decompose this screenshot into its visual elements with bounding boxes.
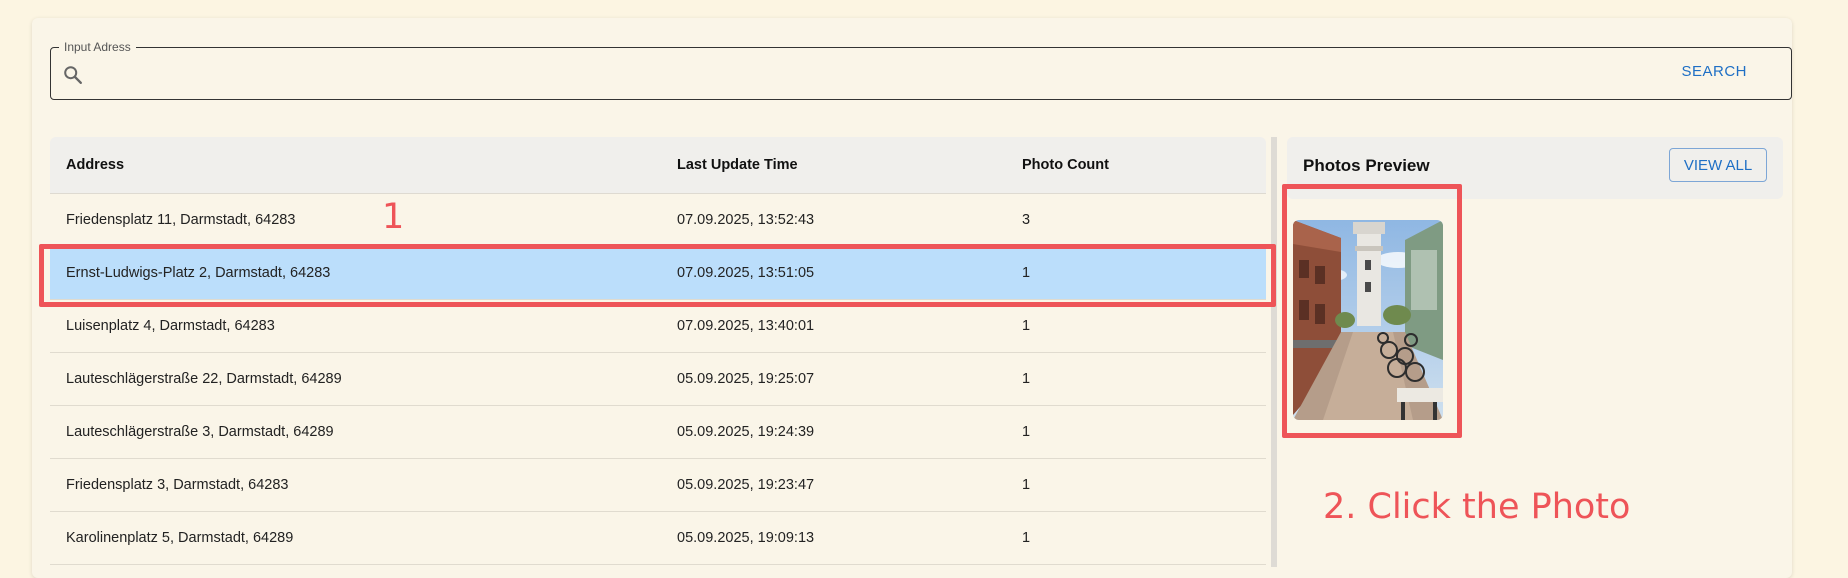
table-row[interactable]: Friedensplatz 3, Darmstadt, 64283 05.09.2…: [50, 459, 1266, 512]
cell-photo-count: 1: [1022, 530, 1031, 546]
cell-last-update: 05.09.2025, 19:23:47: [677, 477, 815, 493]
annotation-photo-highlight: [1282, 184, 1462, 438]
cell-address: Lauteschlägerstraße 3, Darmstadt, 64289: [66, 424, 334, 440]
cell-photo-count: 1: [1022, 371, 1031, 387]
table-row[interactable]: Lauteschlägerstraße 3, Darmstadt, 64289 0…: [50, 406, 1266, 459]
table-row[interactable]: Lauteschlägerstraße 22, Darmstadt, 64289…: [50, 353, 1266, 406]
table-row[interactable]: Friedensplatz 11, Darmstadt, 64283 07.09.…: [50, 194, 1266, 247]
cell-address: Friedensplatz 11, Darmstadt, 64283: [66, 212, 296, 228]
cell-last-update: 05.09.2025, 19:25:07: [677, 371, 815, 387]
cell-address: Luisenplatz 4, Darmstadt, 64283: [66, 318, 275, 334]
annotation-row-highlight: [39, 244, 1276, 307]
search-field-label: Input Adress: [59, 40, 136, 54]
photos-preview-title: Photos Preview: [1303, 156, 1430, 175]
cell-address: Friedensplatz 3, Darmstadt, 64283: [66, 477, 289, 493]
column-header-address[interactable]: Address: [50, 157, 677, 173]
cell-last-update: 07.09.2025, 13:40:01: [677, 318, 815, 334]
address-search-field[interactable]: Input Adress SEARCH: [50, 40, 1792, 100]
search-button[interactable]: SEARCH: [1681, 63, 1747, 80]
cell-last-update: 05.09.2025, 19:24:39: [677, 424, 815, 440]
table-row[interactable]: Karolinenplatz 5, Darmstadt, 64289 05.09.…: [50, 512, 1266, 565]
cell-photo-count: 3: [1022, 212, 1031, 228]
annotation-step-2: 2. Click the Photo: [1323, 487, 1631, 527]
panel-divider[interactable]: [1271, 137, 1277, 567]
column-header-photo-count[interactable]: Photo Count: [1022, 157, 1222, 173]
table-row[interactable]: Luisenplatz 4, Darmstadt, 64283 07.09.202…: [50, 300, 1266, 353]
cell-address: Karolinenplatz 5, Darmstadt, 64289: [66, 530, 294, 546]
cell-address: Lauteschlägerstraße 22, Darmstadt, 64289: [66, 371, 342, 387]
annotation-step-1: 1: [382, 197, 405, 237]
column-header-last-update[interactable]: Last Update Time: [677, 157, 1022, 173]
search-icon: [64, 66, 82, 84]
address-table: Address Last Update Time Photo Count Fri…: [50, 137, 1266, 567]
cell-last-update: 05.09.2025, 19:09:13: [677, 530, 815, 546]
view-all-button[interactable]: VIEW ALL: [1669, 148, 1767, 182]
cell-photo-count: 1: [1022, 477, 1031, 493]
address-search-input[interactable]: [95, 58, 1659, 92]
cell-last-update: 07.09.2025, 13:52:43: [677, 212, 815, 228]
table-header: Address Last Update Time Photo Count: [50, 137, 1266, 194]
cell-photo-count: 1: [1022, 318, 1031, 334]
cell-photo-count: 1: [1022, 424, 1031, 440]
